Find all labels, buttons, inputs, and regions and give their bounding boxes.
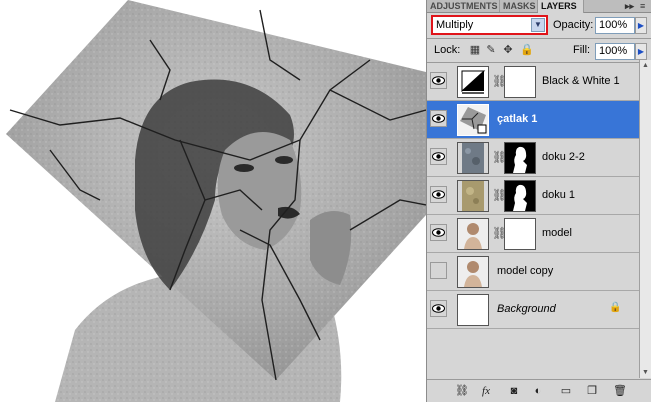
silhouette-mask	[513, 184, 527, 211]
texture-thumb	[458, 143, 488, 173]
layer-name: doku 1	[542, 189, 576, 201]
layer-thumbnail[interactable]	[457, 142, 489, 174]
fill-arrow-icon[interactable]: ▶	[635, 43, 647, 60]
collapse-panel-icon[interactable]: ▸▸	[625, 0, 634, 12]
visibility-toggle[interactable]	[430, 262, 447, 279]
layer-name: model copy	[497, 265, 554, 277]
texture-thumb	[458, 181, 488, 211]
fill-label: Fill:	[573, 44, 591, 56]
layer-name: model	[542, 227, 572, 239]
silhouette-mask	[513, 146, 527, 173]
layers-scrollbar[interactable]: ▲ ▼	[639, 60, 651, 378]
lock-label: Lock:	[434, 44, 461, 56]
divider	[427, 38, 651, 39]
fill-input[interactable]: 100%	[595, 43, 635, 60]
layers-footer: ⛓ fx ◙ ◐ ▭ ❐ 🗑	[427, 379, 651, 402]
eye-icon	[432, 152, 445, 161]
blend-mode-value: Multiply	[436, 19, 474, 31]
layer-row-doku-2-2[interactable]: ⛓ doku 2-2	[427, 139, 639, 177]
tab-masks[interactable]: MASKS	[500, 0, 538, 12]
layer-mask-thumbnail[interactable]	[504, 66, 536, 98]
visibility-toggle[interactable]	[430, 186, 447, 203]
tab-layers[interactable]: LAYERS	[538, 0, 584, 13]
add-mask-icon[interactable]: ◙	[507, 384, 521, 398]
tab-adjustments[interactable]: ADJUSTMENTS	[427, 0, 500, 12]
smart-object-thumbnail[interactable]	[457, 104, 489, 136]
layer-thumbnail[interactable]	[457, 218, 489, 250]
fx-icon[interactable]: fx	[479, 384, 493, 398]
layer-row-model-copy[interactable]: model copy	[427, 253, 639, 291]
document-canvas[interactable]	[0, 0, 426, 402]
adjustment-thumbnail[interactable]	[457, 66, 489, 98]
lock-image-icon[interactable]: ✎	[485, 44, 497, 56]
artwork-image	[6, 0, 426, 402]
layer-mask-thumbnail[interactable]	[504, 180, 536, 212]
adjustment-layer-icon[interactable]: ◐	[531, 384, 545, 398]
layer-thumbnail[interactable]	[457, 180, 489, 212]
panel-tab-bar: ADJUSTMENTS MASKS LAYERS ▸▸ ≡	[427, 0, 651, 13]
new-group-icon[interactable]: ▭	[559, 384, 573, 398]
portrait-thumb	[458, 257, 488, 287]
visibility-toggle[interactable]	[430, 224, 447, 241]
panel-menu-icon[interactable]: ≡	[640, 0, 645, 12]
layer-name: Black & White 1	[542, 75, 620, 87]
lock-position-icon[interactable]: ✥	[502, 44, 514, 56]
layer-row-background[interactable]: Background 🔒	[427, 291, 639, 329]
link-layers-icon[interactable]: ⛓	[455, 384, 469, 398]
eye-icon	[432, 304, 445, 313]
eye-icon	[432, 190, 445, 199]
blend-mode-select[interactable]: Multiply ▼	[431, 15, 548, 35]
layer-row-model[interactable]: ⛓ model	[427, 215, 639, 253]
new-layer-icon[interactable]: ❐	[585, 384, 599, 398]
padlock-icon: 🔒	[609, 302, 622, 313]
visibility-toggle[interactable]	[430, 300, 447, 317]
layer-row-black-white-1[interactable]: ⛓ Black & White 1	[427, 63, 639, 101]
eye-icon	[432, 114, 445, 123]
layer-row-catlak-1[interactable]: çatlak 1	[427, 101, 639, 139]
visibility-toggle[interactable]	[430, 148, 447, 165]
layer-mask-thumbnail[interactable]	[504, 142, 536, 174]
lock-all-icon[interactable]: 🔒	[520, 44, 534, 56]
eye-icon	[432, 76, 445, 85]
black-white-adjustment-icon	[461, 70, 486, 94]
trash-icon[interactable]: 🗑	[613, 384, 627, 398]
layer-list: ⛓ Black & White 1 çatlak 1 ⛓ doku 2-2 ⛓ …	[427, 63, 639, 378]
layer-mask-thumbnail[interactable]	[504, 218, 536, 250]
opacity-arrow-icon[interactable]: ▶	[635, 17, 647, 34]
layer-name: çatlak 1	[497, 113, 538, 125]
visibility-toggle[interactable]	[430, 72, 447, 89]
opacity-input[interactable]: 100%	[595, 17, 635, 34]
layer-thumbnail[interactable]	[457, 256, 489, 288]
scroll-down-icon[interactable]: ▼	[640, 367, 651, 378]
visibility-toggle[interactable]	[430, 110, 447, 127]
chevron-down-icon[interactable]: ▼	[531, 18, 545, 32]
layers-panel: ADJUSTMENTS MASKS LAYERS ▸▸ ≡ Multiply ▼…	[426, 0, 651, 402]
scroll-up-icon[interactable]: ▲	[640, 60, 651, 71]
layer-name: Background	[497, 303, 556, 315]
portrait-thumb	[458, 219, 488, 249]
crack-texture-thumb	[458, 105, 488, 135]
lock-transparent-icon[interactable]: ▦	[469, 44, 481, 56]
layer-row-doku-1[interactable]: ⛓ doku 1	[427, 177, 639, 215]
layer-name: doku 2-2	[542, 151, 585, 163]
eye-icon	[432, 228, 445, 237]
layer-thumbnail[interactable]	[457, 294, 489, 326]
opacity-label: Opacity:	[553, 19, 594, 31]
